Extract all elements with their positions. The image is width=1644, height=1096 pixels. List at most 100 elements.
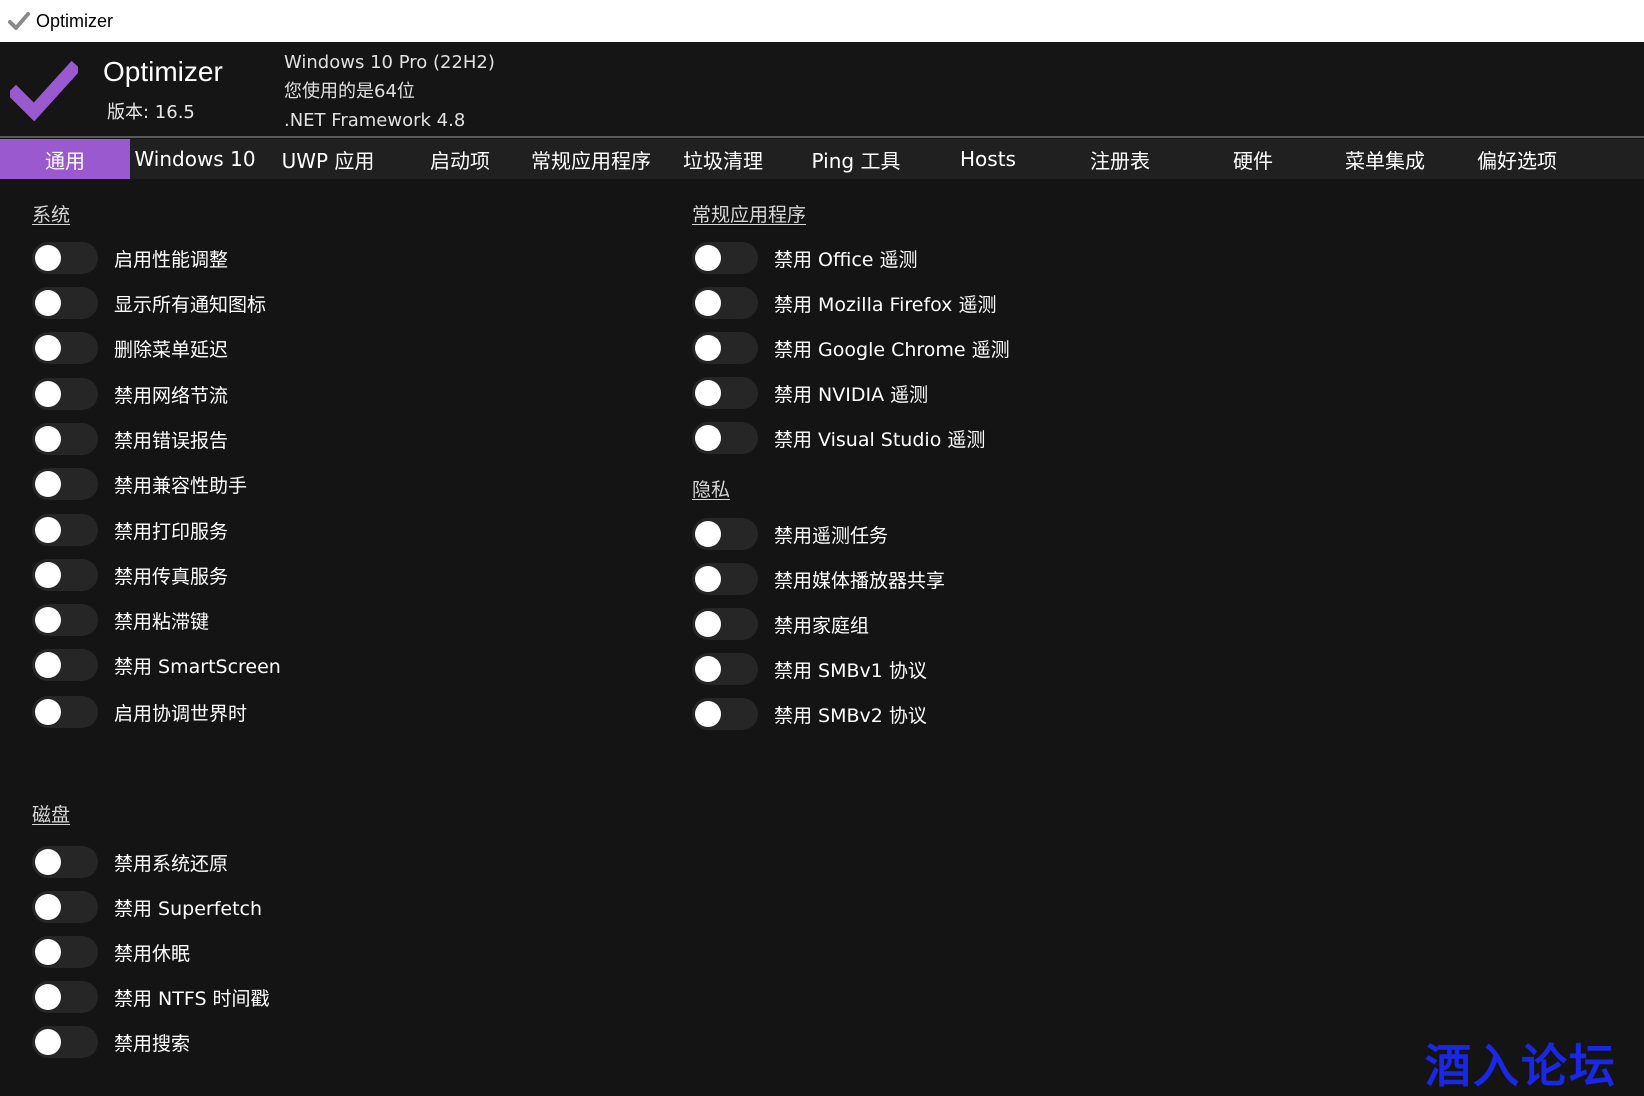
toggle-knob — [35, 849, 61, 875]
toggle-switch[interactable] — [32, 242, 98, 274]
toggle-switch[interactable] — [32, 468, 98, 500]
toggle-knob — [695, 701, 721, 727]
toggle-switch[interactable] — [692, 422, 758, 454]
toggle-row-utc-time[interactable]: 启用协调世界时 — [32, 694, 247, 730]
toggle-switch[interactable] — [32, 423, 98, 455]
toggle-switch[interactable] — [32, 846, 98, 878]
toggle-label: 显示所有通知图标 — [114, 293, 267, 316]
toggle-label: 启用协调世界时 — [114, 702, 248, 725]
tab-registry[interactable]: 注册表 — [1055, 139, 1185, 179]
toggle-label: 禁用家庭组 — [774, 614, 870, 637]
window-titlebar: Optimizer — [0, 0, 1644, 42]
toggle-label: 禁用 Mozilla Firefox 遥测 — [774, 293, 997, 316]
toggle-row-print-service[interactable]: 禁用打印服务 — [32, 512, 228, 548]
section-title-common-apps: 常规应用程序 — [692, 204, 807, 226]
toggle-row-office-telemetry[interactable]: 禁用 Office 遥测 — [692, 240, 918, 276]
toggle-switch[interactable] — [692, 287, 758, 319]
toggle-row-sticky-keys[interactable]: 禁用粘滞键 — [32, 602, 209, 638]
toggle-knob — [695, 656, 721, 682]
toggle-switch[interactable] — [32, 514, 98, 546]
tab-hardware[interactable]: 硬件 — [1188, 139, 1318, 179]
toggle-knob — [35, 381, 61, 407]
toggle-switch[interactable] — [32, 1026, 98, 1058]
framework-info: .NET Framework 4.8 — [284, 110, 466, 131]
toggle-label: 禁用 Superfetch — [114, 897, 263, 920]
toggle-row-homegroup[interactable]: 禁用家庭组 — [692, 606, 869, 642]
toggle-row-telemetry-tasks[interactable]: 禁用遥测任务 — [692, 516, 888, 552]
toggle-switch[interactable] — [692, 653, 758, 685]
toggle-row-firefox-telemetry[interactable]: 禁用 Mozilla Firefox 遥测 — [692, 285, 996, 321]
toggle-switch[interactable] — [692, 332, 758, 364]
toggle-row-fax-service[interactable]: 禁用传真服务 — [32, 557, 228, 593]
toggle-row-error-reporting[interactable]: 禁用错误报告 — [32, 421, 228, 457]
toggle-row-nvidia-telemetry[interactable]: 禁用 NVIDIA 遥测 — [692, 375, 928, 411]
toggle-row-performance-tweaks[interactable]: 启用性能调整 — [32, 240, 228, 276]
toggle-label: 禁用媒体播放器共享 — [774, 569, 946, 592]
toggle-switch[interactable] — [692, 698, 758, 730]
toggle-label: 禁用搜索 — [114, 1032, 191, 1055]
toggle-switch[interactable] — [32, 559, 98, 591]
tab-hosts[interactable]: Hosts — [923, 139, 1053, 179]
arch-info: 您使用的是64位 — [284, 81, 415, 102]
toggle-label: 禁用传真服务 — [114, 565, 229, 588]
toggle-knob — [35, 290, 61, 316]
toggle-switch[interactable] — [32, 604, 98, 636]
toggle-switch[interactable] — [692, 518, 758, 550]
toggle-label: 启用性能调整 — [114, 248, 229, 271]
toggle-row-smartscreen[interactable]: 禁用 SmartScreen — [32, 647, 281, 683]
toggle-switch[interactable] — [32, 891, 98, 923]
toggle-label: 禁用打印服务 — [114, 520, 229, 543]
toggle-switch[interactable] — [32, 332, 98, 364]
tab-bar: 通用 Windows 10 UWP 应用 启动项 常规应用程序 垃圾清理 Pin… — [0, 139, 1644, 179]
tab-general[interactable]: 通用 — [0, 139, 130, 179]
toggle-knob — [695, 290, 721, 316]
toggle-switch[interactable] — [692, 242, 758, 274]
toggle-row-show-tray-icons[interactable]: 显示所有通知图标 — [32, 285, 266, 321]
toggle-row-smbv1[interactable]: 禁用 SMBv1 协议 — [692, 651, 927, 687]
toggle-switch[interactable] — [692, 377, 758, 409]
tab-cleaner[interactable]: 垃圾清理 — [658, 139, 788, 179]
toggle-row-network-throttling[interactable]: 禁用网络节流 — [32, 376, 228, 412]
tab-preferences[interactable]: 偏好选项 — [1452, 139, 1582, 179]
toggle-switch[interactable] — [32, 649, 98, 681]
toggle-knob — [695, 380, 721, 406]
toggle-switch[interactable] — [32, 936, 98, 968]
toggle-switch[interactable] — [692, 563, 758, 595]
header-divider — [0, 136, 1644, 138]
toggle-row-ntfs-timestamp[interactable]: 禁用 NTFS 时间戳 — [32, 979, 270, 1015]
toggle-label: 禁用 NVIDIA 遥测 — [774, 383, 929, 406]
toggle-knob — [695, 425, 721, 451]
app-header: Optimizer 版本: 16.5 Windows 10 Pro (22H2)… — [0, 42, 1644, 137]
toggle-label: 删除菜单延迟 — [114, 338, 229, 361]
toggle-row-superfetch[interactable]: 禁用 Superfetch — [32, 889, 262, 925]
toggle-knob — [35, 939, 61, 965]
toggle-row-chrome-telemetry[interactable]: 禁用 Google Chrome 遥测 — [692, 330, 1010, 366]
toggle-switch[interactable] — [692, 608, 758, 640]
toggle-row-smbv2[interactable]: 禁用 SMBv2 协议 — [692, 696, 927, 732]
toggle-label: 禁用错误报告 — [114, 429, 229, 452]
toggle-knob — [35, 426, 61, 452]
app-name: Optimizer — [103, 56, 223, 87]
toggle-switch[interactable] — [32, 696, 98, 728]
toggle-row-media-player-sharing[interactable]: 禁用媒体播放器共享 — [692, 561, 945, 597]
toggle-row-visual-studio-telemetry[interactable]: 禁用 Visual Studio 遥测 — [692, 420, 985, 456]
tab-uwp-apps[interactable]: UWP 应用 — [263, 139, 393, 179]
tab-windows10[interactable]: Windows 10 — [130, 139, 260, 179]
toggle-row-hibernation[interactable]: 禁用休眠 — [32, 934, 190, 970]
window-title: Optimizer — [36, 10, 114, 31]
tab-menu-integration[interactable]: 菜单集成 — [1320, 139, 1450, 179]
toggle-switch[interactable] — [32, 981, 98, 1013]
tab-startup[interactable]: 启动项 — [395, 139, 525, 179]
os-info: Windows 10 Pro (22H2) — [284, 52, 495, 73]
toggle-label: 禁用网络节流 — [114, 384, 229, 407]
toggle-row-system-restore[interactable]: 禁用系统还原 — [32, 844, 228, 880]
toggle-row-menu-delay[interactable]: 删除菜单延迟 — [32, 330, 228, 366]
toggle-switch[interactable] — [32, 287, 98, 319]
tab-common-apps[interactable]: 常规应用程序 — [526, 139, 656, 179]
tab-ping-tool[interactable]: Ping 工具 — [791, 139, 921, 179]
toggle-switch[interactable] — [32, 378, 98, 410]
toggle-label: 禁用兼容性助手 — [114, 474, 248, 497]
toggle-row-search[interactable]: 禁用搜索 — [32, 1024, 190, 1060]
system-info: Windows 10 Pro (22H2) 您使用的是64位 .NET Fram… — [284, 48, 495, 135]
toggle-row-compatibility-assistant[interactable]: 禁用兼容性助手 — [32, 466, 247, 502]
